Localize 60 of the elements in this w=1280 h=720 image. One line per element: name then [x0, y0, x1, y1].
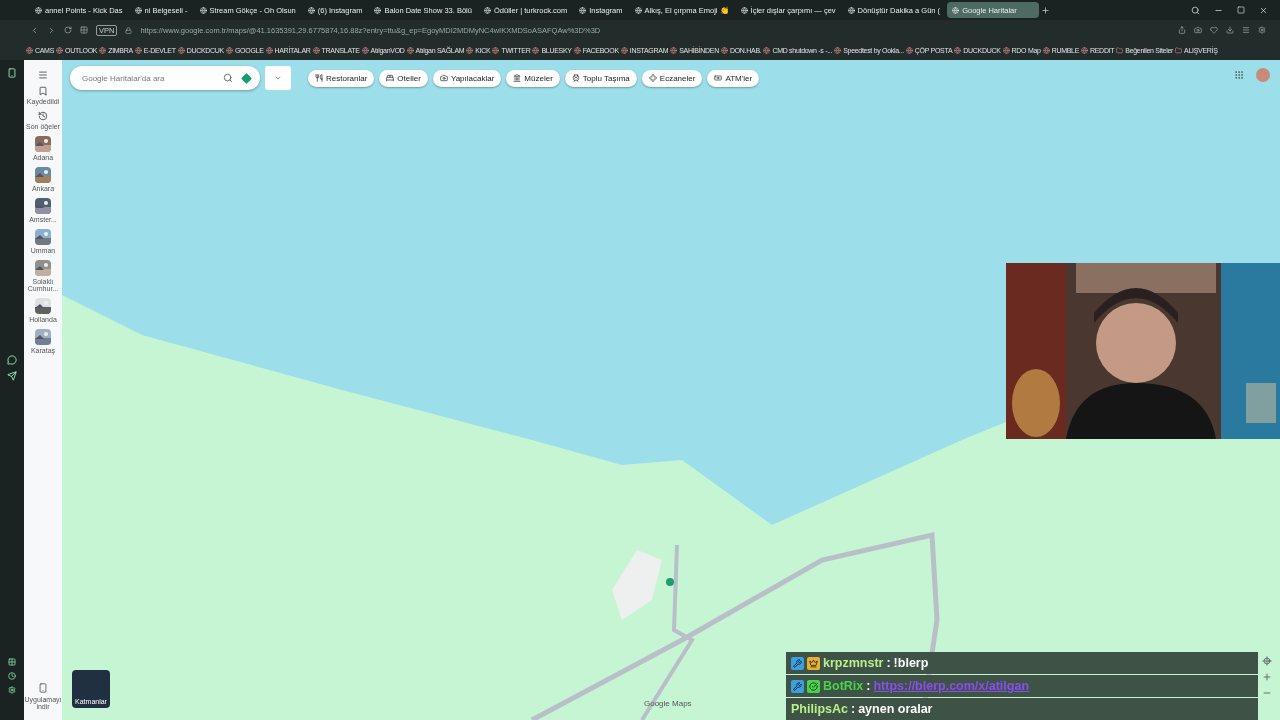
back-icon[interactable]: [30, 25, 39, 35]
globe-icon: [532, 46, 540, 54]
globe-icon: [26, 46, 33, 54]
globe-icon: [847, 6, 855, 14]
share-icon[interactable]: [1178, 26, 1186, 34]
globe-icon: [952, 6, 960, 14]
globe-icon: [1042, 46, 1050, 54]
reload-icon[interactable]: [64, 26, 72, 34]
phone-icon[interactable]: [7, 68, 17, 78]
globe-icon: [265, 46, 273, 54]
globe-icon: [573, 46, 581, 54]
settings-icon[interactable]: [1258, 26, 1266, 34]
globe-icon: [361, 46, 369, 54]
download-icon[interactable]: [1226, 26, 1234, 34]
globe-icon: [720, 46, 728, 54]
globe-icon: [905, 46, 913, 54]
heart-icon[interactable]: [1210, 26, 1218, 34]
camera-icon[interactable]: [1194, 26, 1202, 34]
globe-icon: [56, 46, 64, 54]
globe-icon: [763, 46, 771, 54]
globe-icon: [483, 6, 491, 14]
globe-icon: [1002, 46, 1010, 54]
globe-icon: [670, 46, 678, 54]
globe-icon: [1081, 46, 1088, 54]
bookmark-icon: [38, 86, 48, 96]
globe-icon: [199, 6, 207, 14]
history-icon: [38, 111, 48, 121]
clock-icon[interactable]: [8, 672, 16, 680]
globe-icon: [134, 6, 142, 14]
globe-icon: [492, 46, 500, 54]
globe-icon: [35, 6, 42, 14]
chat-icon[interactable]: [7, 355, 17, 365]
globe-icon: [954, 46, 962, 54]
globe-icon: [834, 46, 842, 54]
menu-icon[interactable]: [38, 70, 48, 80]
globe-icon: [634, 6, 642, 14]
forward-icon[interactable]: [47, 25, 56, 35]
globe-icon: [225, 46, 233, 54]
restore-icon[interactable]: [1237, 5, 1245, 14]
globe-icon: [307, 6, 315, 14]
search-icon[interactable]: [1191, 5, 1200, 15]
globe-icon: [620, 46, 628, 54]
grid-icon[interactable]: [80, 26, 88, 34]
globe-icon: [466, 46, 474, 54]
globe-icon: [312, 46, 320, 54]
new-tab-icon[interactable]: [1040, 5, 1050, 15]
folder-icon: [1116, 46, 1124, 54]
globe-icon: [740, 6, 748, 14]
send-icon[interactable]: [7, 371, 17, 381]
globe-icon: [406, 46, 414, 54]
globe-icon: [579, 6, 587, 14]
globe-icon: [99, 46, 107, 54]
globe-icon: [134, 46, 142, 54]
close-icon[interactable]: [1259, 5, 1268, 15]
lock-icon: [125, 26, 133, 34]
menu-icon[interactable]: [1242, 26, 1250, 34]
folder-icon: [1175, 46, 1183, 54]
phone-icon: [38, 683, 48, 693]
globe-icon: [374, 6, 382, 14]
globe-icon: [177, 46, 185, 54]
